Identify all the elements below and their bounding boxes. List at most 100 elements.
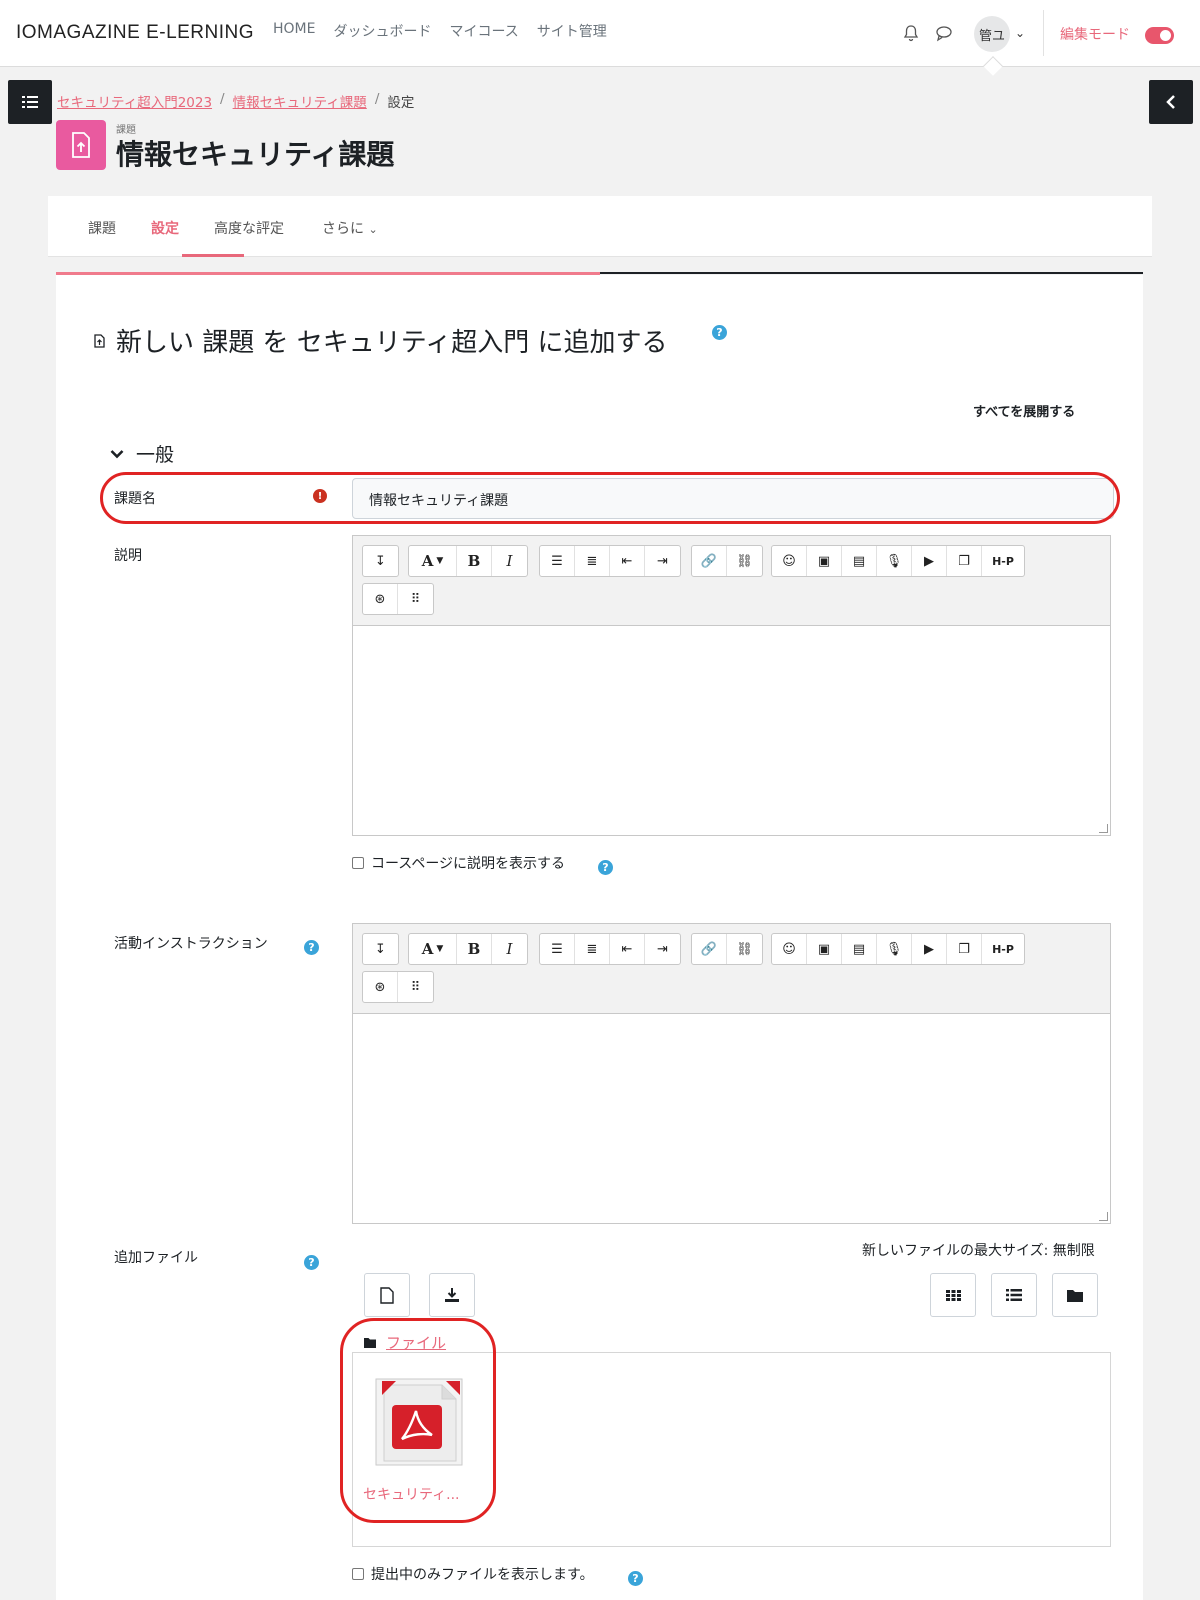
italic-button[interactable]: I [492, 546, 527, 576]
list-view-button[interactable] [991, 1273, 1037, 1317]
accessibility-checker-icon[interactable]: ⊛ [363, 972, 398, 1002]
description-editor: ↧ A ▼ B I ☰ ≣ ⇤ ⇥ 🔗 ⛓ ☺ ▣ ▤ 🎙 ▶ ❐ H-P ⊛ ⠿ [352, 535, 1111, 836]
section-general-title: 一般 [136, 444, 175, 466]
h5p-button[interactable]: H-P [982, 934, 1024, 964]
message-icon[interactable] [935, 24, 955, 44]
video-icon[interactable]: ▶ [912, 934, 947, 964]
help-icon[interactable]: ? [304, 940, 319, 955]
progress-line-rest [600, 272, 1143, 274]
show-description-row[interactable]: コースページに説明を表示する [352, 853, 565, 873]
breadcrumb-assignment[interactable]: 情報セキュリティ課題 [233, 91, 367, 111]
outdent-icon[interactable]: ⇤ [610, 546, 645, 576]
download-button[interactable] [429, 1273, 475, 1317]
navbar-divider [1043, 10, 1044, 56]
microphone-icon[interactable]: 🎙 [877, 546, 912, 576]
help-icon[interactable]: ? [598, 860, 613, 875]
video-icon[interactable]: ▶ [912, 546, 947, 576]
ordered-list-icon[interactable]: ≣ [575, 546, 610, 576]
user-avatar[interactable]: 管ユ [974, 16, 1010, 52]
bold-button[interactable]: B [457, 934, 492, 964]
help-icon[interactable]: ? [628, 1571, 643, 1586]
grid-icon [945, 1289, 961, 1301]
help-icon[interactable]: ? [304, 1255, 319, 1270]
manage-files-icon[interactable]: ❐ [947, 546, 982, 576]
breadcrumb-course[interactable]: セキュリティ超入門2023 [57, 91, 212, 111]
resize-handle[interactable] [1099, 1212, 1108, 1221]
manage-files-icon[interactable]: ❐ [947, 934, 982, 964]
nav-my-courses[interactable]: マイコース [449, 21, 518, 41]
nav-home[interactable]: HOME [273, 21, 315, 41]
accessibility-checker-icon[interactable]: ⊛ [363, 584, 398, 614]
only-show-during-submission-checkbox[interactable] [352, 1568, 364, 1580]
unordered-list-icon[interactable]: ☰ [540, 934, 575, 964]
font-style-label: A [421, 552, 434, 570]
site-brand[interactable]: IOMAGAZINE E-LERNING [16, 22, 254, 44]
toolbar-group-collapse: ↧ [362, 933, 399, 965]
media-icon[interactable]: ▤ [842, 546, 877, 576]
block-drawer-button[interactable] [1149, 80, 1193, 124]
screenreader-helper-icon[interactable]: ⠿ [398, 584, 433, 614]
link-icon[interactable]: 🔗 [692, 934, 727, 964]
emoji-icon[interactable]: ☺ [772, 934, 807, 964]
icon-view-button[interactable] [930, 1273, 976, 1317]
tab-advanced-grading[interactable]: 高度な評定 [214, 218, 284, 238]
folder-icon [1067, 1289, 1083, 1302]
toolbar-group-accessibility: ⊛ ⠿ [362, 971, 434, 1003]
emoji-icon[interactable]: ☺ [772, 546, 807, 576]
chevron-down-icon: ⌄ [368, 223, 378, 236]
toolbar-group-accessibility: ⊛ ⠿ [362, 583, 434, 615]
resize-handle[interactable] [1099, 824, 1108, 833]
screenreader-helper-icon[interactable]: ⠿ [398, 972, 433, 1002]
nav-dashboard[interactable]: ダッシュボード [333, 21, 431, 41]
user-menu-chevron-down-icon[interactable]: ⌄ [1015, 26, 1025, 40]
ordered-list-icon[interactable]: ≣ [575, 934, 610, 964]
microphone-icon[interactable]: 🎙 [877, 934, 912, 964]
max-file-size-text: 新しいファイルの最大サイズ: 無制限 [862, 1243, 1095, 1259]
only-show-during-submission-label: 提出中のみファイルを表示します。 [371, 1567, 594, 1583]
chevron-down-icon [110, 449, 124, 458]
activity-instructions-label: 活動インストラクション [114, 936, 268, 952]
font-style-button[interactable]: A ▼ [409, 934, 457, 964]
collapse-toolbar-icon[interactable]: ↧ [363, 934, 398, 964]
caret-down-icon: ▼ [436, 556, 444, 566]
indent-icon[interactable]: ⇥ [645, 934, 680, 964]
media-icon[interactable]: ▤ [842, 934, 877, 964]
tree-view-button[interactable] [1052, 1273, 1098, 1317]
tab-assignment[interactable]: 課題 [88, 218, 116, 238]
edit-mode-toggle[interactable] [1145, 27, 1174, 44]
tab-settings[interactable]: 設定 [151, 218, 179, 238]
show-description-checkbox[interactable] [352, 857, 364, 869]
indent-icon[interactable]: ⇥ [645, 546, 680, 576]
tab-more[interactable]: さらに ⌄ [322, 218, 378, 238]
bell-icon[interactable] [902, 24, 922, 44]
secondary-navigation: 課題 設定 高度な評定 さらに ⌄ [48, 196, 1152, 257]
image-icon[interactable]: ▣ [807, 934, 842, 964]
only-show-during-submission-row[interactable]: 提出中のみファイルを表示します。 [352, 1564, 594, 1584]
assignment-small-icon [94, 333, 105, 348]
italic-button[interactable]: I [492, 934, 527, 964]
image-icon[interactable]: ▣ [807, 546, 842, 576]
h5p-button[interactable]: H-P [982, 546, 1024, 576]
description-text-area[interactable] [353, 626, 1110, 835]
course-index-drawer-button[interactable] [8, 80, 52, 124]
download-icon [445, 1288, 459, 1302]
highlight-outline-name [100, 472, 1120, 524]
link-icon[interactable]: 🔗 [692, 546, 727, 576]
additional-files-label: 追加ファイル [114, 1250, 198, 1266]
section-general-header[interactable]: 一般 [110, 440, 174, 467]
unlink-icon[interactable]: ⛓ [727, 546, 762, 576]
collapse-toolbar-icon[interactable]: ↧ [363, 546, 398, 576]
activity-instructions-text-area[interactable] [353, 1014, 1110, 1223]
add-file-button[interactable] [364, 1273, 410, 1317]
font-style-button[interactable]: A ▼ [409, 546, 457, 576]
unordered-list-icon[interactable]: ☰ [540, 546, 575, 576]
help-icon[interactable]: ? [712, 325, 727, 340]
bold-button[interactable]: B [457, 546, 492, 576]
outdent-icon[interactable]: ⇤ [610, 934, 645, 964]
expand-all-link[interactable]: すべてを展開する [973, 401, 1075, 420]
unlink-icon[interactable]: ⛓ [727, 934, 762, 964]
nav-site-admin[interactable]: サイト管理 [537, 21, 607, 41]
page-title: 情報セキュリティ課題 [116, 138, 395, 171]
toolbar-group-style: A ▼ B I [408, 545, 528, 577]
active-tab-indicator [182, 254, 244, 257]
